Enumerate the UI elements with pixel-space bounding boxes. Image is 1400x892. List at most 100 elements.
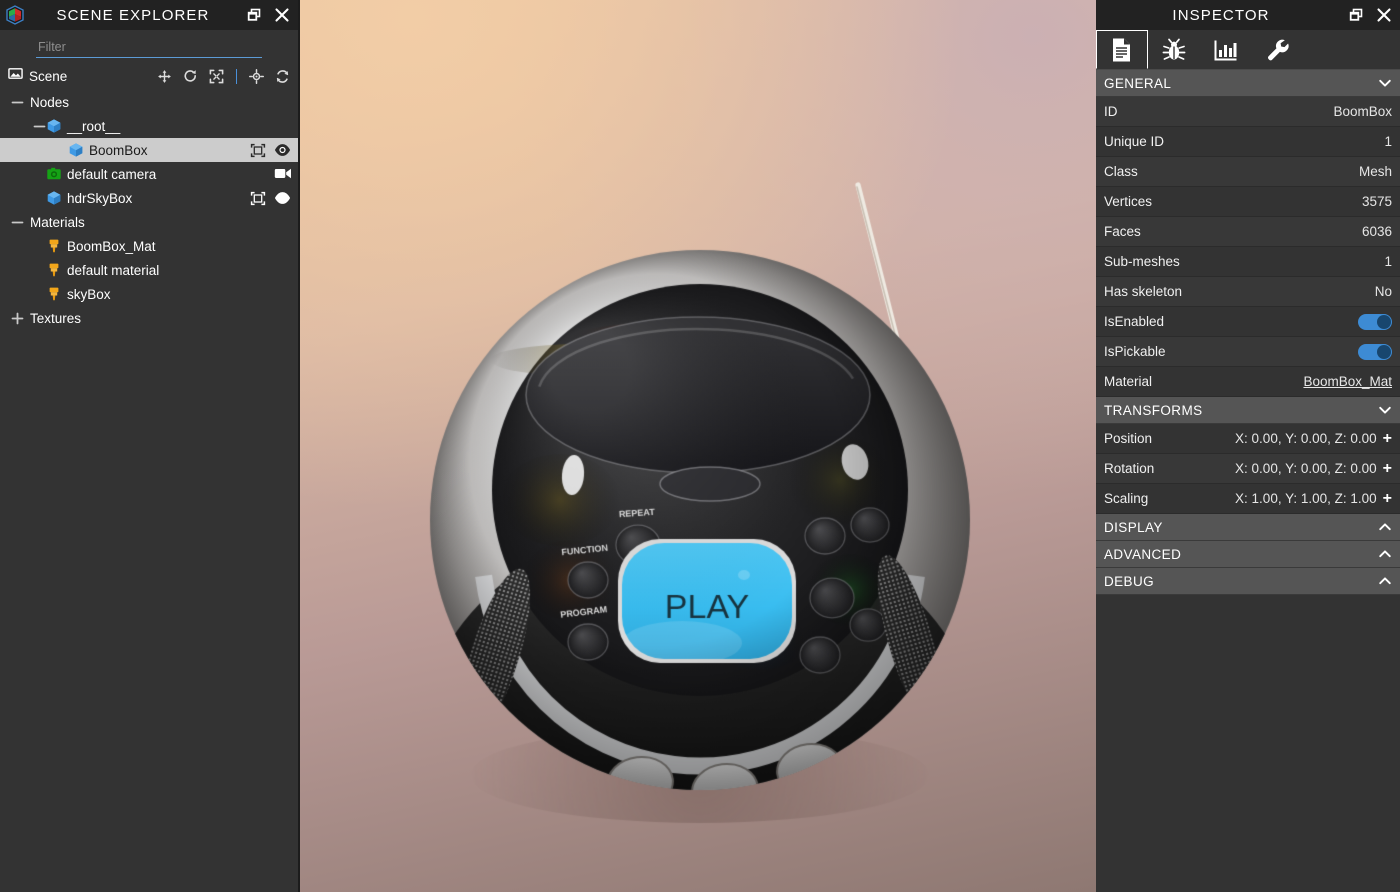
chevron-up-icon	[1378, 520, 1392, 534]
chevron-up-icon	[1378, 574, 1392, 588]
tree-item-boombox[interactable]: BoomBox	[0, 138, 298, 162]
bar-chart-icon	[1213, 38, 1239, 62]
popout-window-icon[interactable]	[1348, 7, 1364, 23]
section-title: TRANSFORMS	[1104, 402, 1203, 418]
tree-item-label: Nodes	[30, 94, 70, 110]
property-value: X: 1.00, Y: 1.00, Z: 1.00 +	[1235, 490, 1392, 507]
section-header-display[interactable]: DISPLAY	[1096, 514, 1400, 541]
tree-item-boombox-mat[interactable]: BoomBox_Mat	[0, 234, 298, 258]
tree-item-default-camera[interactable]: default camera	[0, 162, 298, 186]
toolbar-divider	[236, 68, 237, 84]
close-icon[interactable]	[1376, 7, 1392, 23]
tree-item-textures[interactable]: Textures	[0, 306, 298, 330]
render-canvas[interactable]	[300, 0, 1096, 892]
property-row-isenabled[interactable]: IsEnabled	[1096, 307, 1400, 337]
property-value[interactable]	[1358, 313, 1392, 330]
translate-gizmo-icon[interactable]	[157, 69, 172, 84]
property-row-position: Position X: 0.00, Y: 0.00, Z: 0.00 +	[1096, 424, 1400, 454]
inspector-title: INSPECTOR	[1172, 6, 1270, 24]
tab-tools[interactable]	[1252, 30, 1304, 69]
property-value[interactable]: BoomBox_Mat	[1303, 374, 1392, 389]
document-icon	[1110, 37, 1134, 63]
scene-root-row[interactable]: Scene	[0, 64, 298, 88]
tab-debug[interactable]	[1148, 30, 1200, 69]
tree-item-actions	[250, 191, 291, 206]
property-label: Vertices	[1104, 194, 1153, 209]
3d-viewport[interactable]	[300, 0, 1096, 892]
tree-item--root-[interactable]: __root__	[0, 114, 298, 138]
property-row-unique-id: Unique ID 1	[1096, 127, 1400, 157]
toggle-switch[interactable]	[1358, 313, 1392, 330]
expand-vector-plus-icon[interactable]: +	[1383, 430, 1392, 447]
property-value: 1	[1384, 134, 1392, 149]
expand-vector-plus-icon[interactable]: +	[1383, 460, 1392, 477]
property-label: Sub-meshes	[1104, 254, 1180, 269]
scale-gizmo-icon[interactable]	[209, 69, 224, 84]
property-label: Has skeleton	[1104, 284, 1183, 299]
property-row-id: ID BoomBox	[1096, 97, 1400, 127]
property-label: IsEnabled	[1104, 314, 1165, 329]
inspector-empty-space	[1096, 595, 1400, 892]
property-row-faces: Faces 6036	[1096, 217, 1400, 247]
tree-item-label: BoomBox_Mat	[67, 238, 156, 254]
property-value: X: 0.00, Y: 0.00, Z: 0.00 +	[1235, 460, 1392, 477]
tree-item-materials[interactable]: Materials	[0, 210, 298, 234]
filter-input[interactable]	[36, 38, 262, 58]
property-value[interactable]	[1358, 343, 1392, 360]
bounding-box-icon[interactable]	[250, 143, 266, 158]
scene-explorer-header: SCENE EXPLORER	[0, 0, 298, 30]
property-label: Position	[1104, 431, 1153, 446]
visibility-eye-icon[interactable]	[274, 143, 291, 158]
tab-statistics[interactable]	[1200, 30, 1252, 69]
chevron-down-icon	[1378, 76, 1392, 90]
property-row-ispickable[interactable]: IsPickable	[1096, 337, 1400, 367]
close-icon[interactable]	[274, 7, 290, 23]
inspector-header: INSPECTOR	[1096, 0, 1400, 30]
bounding-box-icon[interactable]	[250, 191, 266, 206]
section-title: DISPLAY	[1104, 519, 1163, 535]
tree-item-label: BoomBox	[89, 142, 148, 158]
expand-plus-icon[interactable]	[10, 311, 24, 325]
property-value-text: 6036	[1361, 224, 1392, 239]
section-header-advanced[interactable]: ADVANCED	[1096, 541, 1400, 568]
tree-item-skybox[interactable]: skyBox	[0, 282, 298, 306]
chevron-up-icon	[1378, 547, 1392, 561]
property-value: 3575	[1362, 194, 1392, 209]
collapse-minus-icon[interactable]	[10, 215, 24, 229]
toggle-switch[interactable]	[1358, 343, 1392, 360]
property-row-scaling: Scaling X: 1.00, Y: 1.00, Z: 1.00 +	[1096, 484, 1400, 514]
tree-item-nodes[interactable]: Nodes	[0, 90, 298, 114]
property-label: Scaling	[1104, 491, 1149, 506]
tree-item-label: __root__	[67, 118, 121, 134]
babylon-logo-icon	[4, 4, 26, 26]
rotate-gizmo-icon[interactable]	[183, 69, 198, 84]
camera-active-icon[interactable]	[274, 167, 291, 182]
property-row-material[interactable]: Material BoomBox_Mat	[1096, 367, 1400, 397]
property-row-class: Class Mesh	[1096, 157, 1400, 187]
tree-item-label: skyBox	[67, 286, 111, 302]
tab-properties[interactable]	[1096, 30, 1148, 69]
visibility-eye-icon[interactable]	[274, 191, 291, 206]
section-header-transforms[interactable]: TRANSFORMS	[1096, 397, 1400, 424]
expand-vector-plus-icon[interactable]: +	[1383, 490, 1392, 507]
section-header-general[interactable]: GENERAL	[1096, 70, 1400, 97]
scene-root-label: Scene	[29, 68, 68, 84]
bounding-box-gizmo-icon[interactable]	[249, 68, 264, 84]
property-value: 1	[1384, 254, 1392, 269]
property-value-text: X: 0.00, Y: 0.00, Z: 0.00	[1235, 431, 1377, 446]
tree-item-hdrskybox[interactable]: hdrSkyBox	[0, 186, 298, 210]
collapse-minus-icon[interactable]	[10, 95, 24, 109]
tree-item-default-material[interactable]: default material	[0, 258, 298, 282]
section-header-debug[interactable]: DEBUG	[1096, 568, 1400, 595]
property-value-text: No	[1374, 284, 1392, 299]
wrench-icon	[1265, 37, 1291, 63]
collapse-minus-icon[interactable]	[32, 119, 46, 133]
refresh-icon[interactable]	[275, 69, 290, 84]
property-row-vertices: Vertices 3575	[1096, 187, 1400, 217]
popout-window-icon[interactable]	[246, 7, 262, 23]
section-title: GENERAL	[1104, 75, 1172, 91]
property-value-text: X: 1.00, Y: 1.00, Z: 1.00	[1235, 491, 1377, 506]
